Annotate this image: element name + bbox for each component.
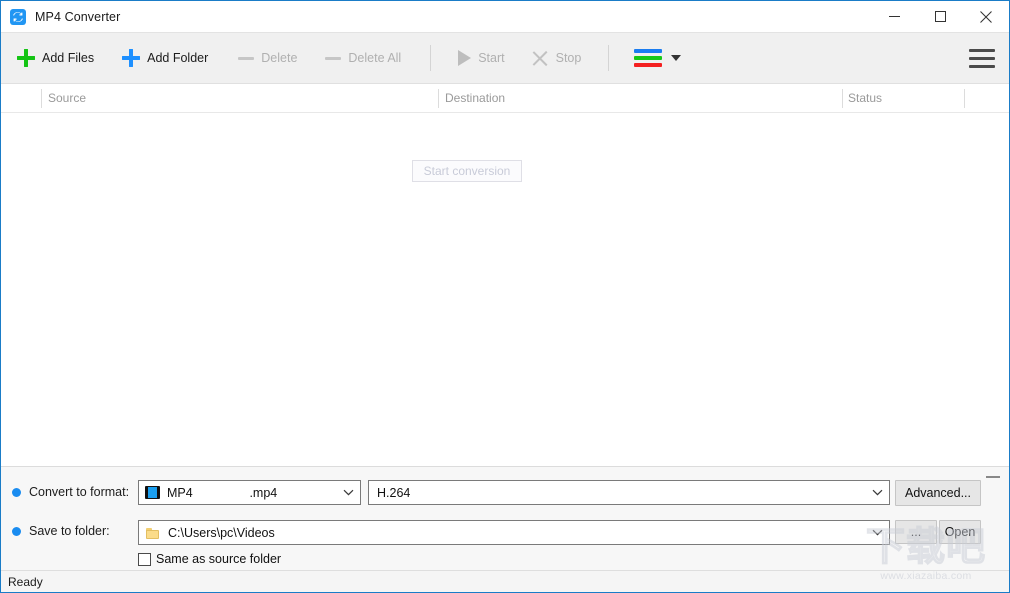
delete-all-label: Delete All xyxy=(348,51,402,65)
column-divider[interactable] xyxy=(842,89,843,108)
delete-button[interactable]: Delete xyxy=(228,33,307,83)
settings-panel: Convert to format: MP4 .mp4 H.264 Advanc… xyxy=(1,466,1009,570)
column-divider[interactable] xyxy=(964,89,965,108)
stop-label: Stop xyxy=(555,51,582,65)
start-button[interactable]: Start xyxy=(448,33,514,83)
convert-icon xyxy=(10,8,26,25)
save-folder-row: Save to folder: xyxy=(1,519,110,543)
save-folder-bullet-icon xyxy=(12,526,21,536)
collapse-panel-handle[interactable] xyxy=(986,473,1000,481)
column-header-source[interactable]: Source xyxy=(48,84,86,112)
save-folder-combobox[interactable]: C:\Users\pc\Videos xyxy=(138,520,890,545)
column-header-destination[interactable]: Destination xyxy=(445,84,505,112)
browse-folder-button[interactable]: ... xyxy=(895,520,937,544)
codec-value: H.264 xyxy=(377,485,411,500)
column-divider[interactable] xyxy=(438,89,439,108)
play-icon xyxy=(458,50,472,66)
title-bar: MP4 Converter xyxy=(1,1,1009,32)
advanced-button[interactable]: Advanced... xyxy=(895,480,981,506)
convert-format-row: Convert to format: xyxy=(1,480,129,504)
codec-combobox[interactable]: H.264 xyxy=(368,480,890,505)
status-bar: Ready xyxy=(1,570,1009,592)
add-files-label: Add Files xyxy=(42,51,95,65)
film-icon xyxy=(145,486,160,499)
chevron-down-icon[interactable] xyxy=(336,481,360,504)
file-list-header: Source Destination Status xyxy=(1,84,1009,113)
delete-all-button[interactable]: Delete All xyxy=(315,33,411,83)
plus-icon xyxy=(122,49,141,67)
same-as-source-label: Same as source folder xyxy=(156,552,282,566)
minus-icon xyxy=(325,56,342,60)
chevron-down-icon[interactable] xyxy=(865,521,889,544)
app-window: MP4 Converter Add Files Add Folder Delet… xyxy=(0,0,1010,593)
chevron-down-icon[interactable] xyxy=(671,55,682,61)
checkbox-box[interactable] xyxy=(138,552,151,566)
x-icon xyxy=(532,50,549,67)
close-icon[interactable] xyxy=(963,1,1009,32)
format-combobox[interactable]: MP4 .mp4 xyxy=(138,480,361,505)
save-folder-label: Save to folder: xyxy=(29,524,110,538)
column-divider[interactable] xyxy=(41,89,42,108)
save-folder-value: C:\Users\pc\Videos xyxy=(168,525,275,540)
start-conversion-tooltip: Start conversion xyxy=(412,160,522,182)
toolbar-separator xyxy=(608,45,610,71)
file-list: Source Destination Status Start conversi… xyxy=(1,84,1009,466)
status-text: Ready xyxy=(8,574,43,589)
window-controls xyxy=(871,1,1009,32)
convert-format-label: Convert to format: xyxy=(29,485,130,499)
color-bars-icon xyxy=(634,49,663,67)
column-header-status[interactable]: Status xyxy=(848,84,882,112)
open-folder-button[interactable]: Open xyxy=(939,520,981,544)
color-preset-button[interactable] xyxy=(624,33,691,83)
add-folder-label: Add Folder xyxy=(147,51,209,65)
start-label: Start xyxy=(478,51,505,65)
toolbar: Add Files Add Folder Delete Delete All S… xyxy=(1,32,1009,84)
plus-icon xyxy=(17,49,35,67)
format-bullet-icon xyxy=(12,487,21,497)
maximize-icon[interactable] xyxy=(917,1,963,32)
chevron-down-icon[interactable] xyxy=(865,481,889,504)
add-folder-button[interactable]: Add Folder xyxy=(112,33,218,83)
folder-icon xyxy=(146,527,160,539)
delete-label: Delete xyxy=(261,51,298,65)
minimize-icon[interactable] xyxy=(871,1,917,32)
format-value: MP4 xyxy=(167,485,193,500)
format-extension: .mp4 xyxy=(249,485,278,500)
same-as-source-checkbox[interactable]: Same as source folder xyxy=(138,552,281,566)
minus-icon xyxy=(238,56,255,60)
app-title: MP4 Converter xyxy=(35,9,121,24)
toolbar-separator xyxy=(430,45,432,71)
stop-button[interactable]: Stop xyxy=(522,33,592,83)
hamburger-menu-icon[interactable] xyxy=(969,48,995,68)
add-files-button[interactable]: Add Files xyxy=(7,33,104,83)
